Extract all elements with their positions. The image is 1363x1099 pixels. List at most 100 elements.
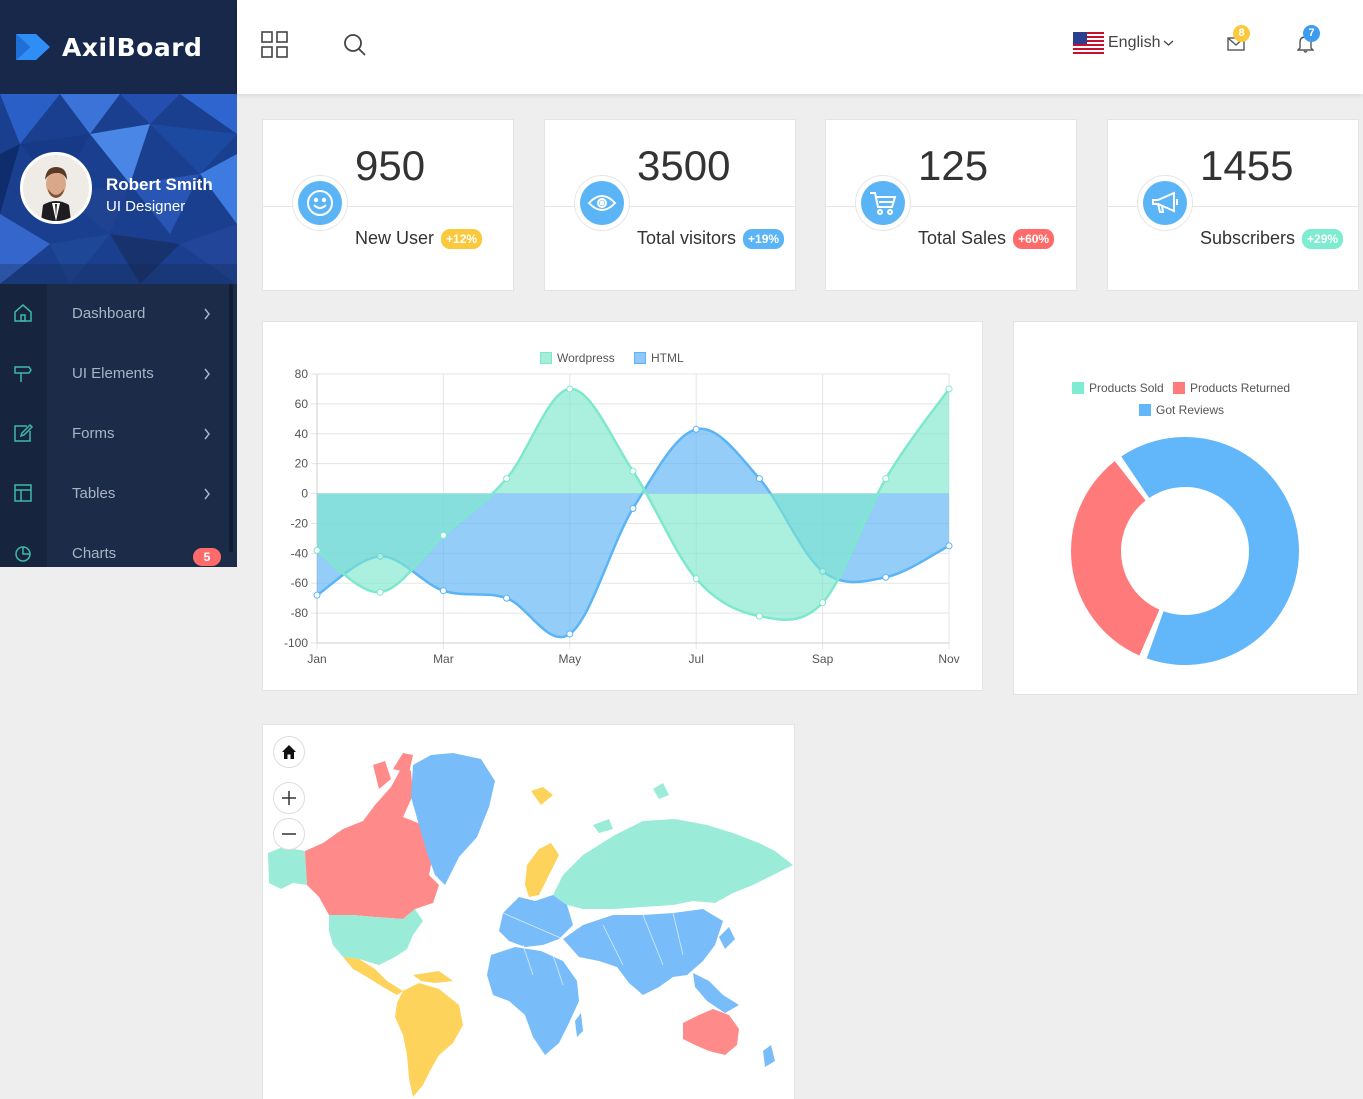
data-point[interactable] [376, 588, 384, 596]
plus-icon [282, 791, 296, 805]
megaphone-icon [1152, 191, 1178, 213]
sidebar-item-forms[interactable]: Forms [0, 404, 230, 464]
smile-icon [307, 190, 333, 216]
table-icon [14, 484, 32, 502]
y-tick-label: 40 [295, 427, 309, 441]
x-tick-label: Mar [433, 652, 454, 666]
sidebar-item-label: Forms [72, 425, 115, 442]
chevron-right-icon [204, 368, 210, 380]
data-point[interactable] [819, 599, 827, 607]
stat-card-new-user: 950 New User +12% [262, 119, 514, 291]
stat-value: 950 [355, 142, 426, 189]
world-map-card [262, 724, 795, 1099]
minus-icon [282, 833, 296, 835]
map-reset-button[interactable] [273, 736, 305, 768]
apps-grid-icon[interactable] [261, 31, 288, 58]
chevron-right-icon [204, 308, 210, 320]
donut-chart [1071, 437, 1299, 665]
top-header: English 8 7 [237, 0, 1363, 94]
stat-value: 125 [918, 142, 989, 189]
avatar[interactable] [20, 152, 92, 224]
data-point[interactable] [629, 505, 637, 512]
stat-change-badge: +29% [1302, 228, 1344, 249]
stat-label: New User +12% [355, 228, 483, 249]
area-chart-card: Wordpress HTML 80 60 40 20 0 -20 -40 -60 -80 -100… [262, 321, 983, 691]
mail-count-badge: 8 [1233, 25, 1250, 42]
y-tick-label: -20 [291, 516, 309, 530]
sidebar-item-ui-elements[interactable]: UI Elements [0, 344, 230, 404]
data-point[interactable] [755, 612, 763, 620]
y-tick-label: -40 [291, 546, 309, 560]
y-tick-label: -80 [291, 606, 309, 620]
y-tick-label: 60 [295, 397, 309, 411]
user-name: Robert Smith [106, 175, 213, 194]
y-tick-label: -100 [284, 636, 308, 650]
search-icon[interactable] [343, 33, 367, 57]
data-point[interactable] [882, 475, 890, 483]
data-point[interactable] [755, 475, 763, 483]
sidebar-item-label: UI Elements [72, 365, 154, 382]
chevron-right-icon [204, 428, 210, 440]
stat-card-total-sales: 125 Total Sales +60% [825, 119, 1077, 291]
sidebar-nav: Dashboard UI Elements Forms Tables Chart… [0, 284, 237, 567]
language-selector[interactable]: English [1073, 32, 1174, 54]
stat-icon-circle [855, 175, 911, 231]
data-point[interactable] [566, 385, 574, 393]
stat-card-total-visitors: 3500 Total visitors +19% [544, 119, 796, 291]
stat-label: Total visitors +19% [637, 228, 785, 249]
stat-value: 3500 [637, 142, 731, 189]
sidebar-item-dashboard[interactable]: Dashboard [0, 284, 230, 344]
stat-change-badge: +19% [743, 228, 785, 249]
stat-icon-circle [1137, 175, 1193, 231]
data-point[interactable] [313, 591, 321, 599]
data-point[interactable] [566, 630, 574, 638]
world-map[interactable] [263, 725, 794, 1099]
user-role: UI Designer [106, 198, 186, 215]
home-icon [282, 745, 296, 759]
data-point[interactable] [439, 587, 447, 595]
sidebar-item-label: Tables [72, 485, 116, 502]
data-point[interactable] [439, 531, 447, 539]
x-tick-label: Nov [938, 652, 959, 666]
y-tick-label: 0 [301, 487, 308, 501]
stat-icon-circle [574, 175, 630, 231]
stat-label: Subscribers +29% [1200, 228, 1344, 249]
stat-label: Total Sales +60% [918, 228, 1055, 249]
axilboard-logo-icon [16, 34, 50, 60]
map-zoom-in-button[interactable] [273, 782, 305, 814]
data-point[interactable] [692, 425, 700, 433]
map-zoom-out-button[interactable] [273, 818, 305, 850]
cart-icon [870, 192, 897, 215]
data-point[interactable] [313, 546, 321, 554]
home-icon [14, 304, 32, 322]
chevron-down-icon [1164, 40, 1174, 46]
y-tick-label: 80 [295, 367, 309, 381]
data-point[interactable] [692, 575, 700, 583]
brand[interactable]: AxilBoard [0, 0, 237, 94]
y-tick-label: 20 [295, 457, 309, 471]
x-tick-label: May [558, 652, 581, 666]
profile-panel: Robert Smith UI Designer [0, 94, 237, 284]
sidebar-item-label: Dashboard [72, 305, 146, 322]
charts-count-badge: 5 [193, 548, 221, 566]
data-point[interactable] [945, 542, 953, 550]
area-chart: 80 60 40 20 0 -20 -40 -60 -80 -100 Jan Mar May Jul Sap… [284, 367, 960, 666]
data-point[interactable] [503, 594, 511, 602]
us-flag-icon [1073, 32, 1104, 54]
stat-change-badge: +12% [441, 228, 483, 249]
sidebar-item-tables[interactable]: Tables [0, 464, 230, 524]
data-point[interactable] [945, 385, 953, 393]
donut-chart-card: Products Sold Products Returned Got Revi… [1013, 321, 1358, 695]
edit-icon [14, 423, 34, 442]
data-point[interactable] [503, 475, 511, 483]
brand-name: AxilBoard [62, 32, 203, 62]
chevron-right-icon [204, 488, 210, 500]
x-tick-label: Jan [307, 652, 326, 666]
data-point[interactable] [882, 573, 890, 581]
eye-icon [587, 195, 617, 211]
data-point[interactable] [629, 467, 637, 475]
stat-value: 1455 [1200, 142, 1294, 189]
sidebar-item-label: Charts [72, 545, 117, 562]
stat-card-subscribers: 1455 Subscribers +29% [1107, 119, 1359, 291]
x-tick-label: Sap [812, 652, 834, 666]
